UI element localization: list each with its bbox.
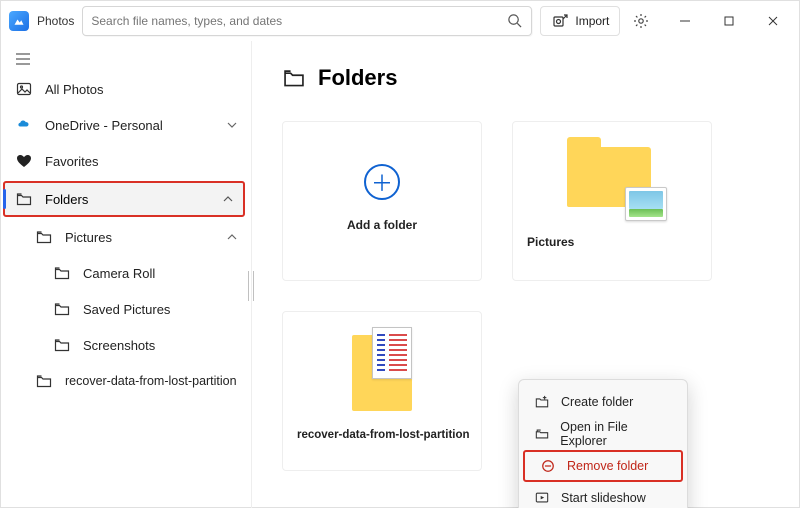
heart-icon [15,152,33,170]
sidebar-item-pictures[interactable]: Pictures [35,219,251,255]
sidebar-item-label: Screenshots [83,338,155,353]
import-icon [551,12,569,30]
picture-preview-icon [625,187,667,221]
folder-icon [53,336,71,354]
pictures-folder-tile[interactable]: Pictures [512,121,712,281]
ctx-open-explorer[interactable]: Open in File Explorer [519,418,687,450]
sidebar-item-recover[interactable]: recover-data-from-lost-partition [35,363,251,399]
chevron-down-icon [227,120,237,130]
context-menu: Create folder Open in File Explorer Remo… [518,379,688,508]
sidebar-item-label: Pictures [65,230,112,245]
photos-app-window: Photos Import [0,0,800,508]
tile-label: Pictures [513,235,574,249]
document-preview-icon [372,327,412,379]
maximize-button[interactable] [707,1,751,41]
sidebar-item-saved-pictures[interactable]: Saved Pictures [53,291,251,327]
tile-label: recover-data-from-lost-partition [283,429,470,441]
sidebar-item-label: Camera Roll [83,266,155,281]
sidebar-item-folders[interactable]: Folders [3,181,245,217]
folders-children: Pictures Camera Roll Saved Pictures Scre… [1,219,251,399]
image-icon [15,80,33,98]
import-button[interactable]: Import [540,6,620,36]
sidebar-item-onedrive[interactable]: OneDrive - Personal [1,107,251,143]
ctx-label: Start slideshow [561,491,646,505]
title-bar: Photos Import [1,1,799,41]
minimize-button[interactable] [663,1,707,41]
folder-icon [53,264,71,282]
recover-folder-tile[interactable]: recover-data-from-lost-partition [282,311,482,471]
new-folder-icon [533,393,551,411]
remove-icon [539,457,557,475]
sidebar-item-label: OneDrive - Personal [45,118,163,133]
app-icon [9,11,29,31]
sidebar-item-label: Favorites [45,154,98,169]
ctx-label: Open in File Explorer [560,420,673,448]
hamburger-menu[interactable] [1,47,251,71]
folder-icon [53,300,71,318]
ctx-remove-folder[interactable]: Remove folder [523,450,683,482]
folder-icon [35,228,53,246]
import-label: Import [575,14,609,28]
search-box[interactable] [82,6,532,36]
app-title: Photos [37,14,74,28]
chevron-up-icon [227,232,237,242]
add-folder-tile[interactable]: ＋ Add a folder [282,121,482,281]
pictures-children: Camera Roll Saved Pictures Screenshots [35,255,251,363]
sidebar-item-favorites[interactable]: Favorites [1,143,251,179]
tile-label: Add a folder [347,218,417,232]
sidebar-item-label: Saved Pictures [83,302,170,317]
window-controls [663,1,795,41]
sidebar-item-label: Folders [45,192,88,207]
ctx-start-slideshow[interactable]: Start slideshow [519,482,687,508]
folder-icon [35,372,53,390]
sidebar-item-screenshots[interactable]: Screenshots [53,327,251,363]
folder-open-icon [533,425,550,443]
ctx-label: Create folder [561,395,633,409]
folder-icon [15,190,33,208]
ctx-create-folder[interactable]: Create folder [519,386,687,418]
close-button[interactable] [751,1,795,41]
page-title: Folders [282,65,769,91]
chevron-up-icon [223,194,233,204]
sidebar-item-label: recover-data-from-lost-partition [65,374,237,388]
plus-icon: ＋ [364,164,400,200]
sidebar-item-camera-roll[interactable]: Camera Roll [53,255,251,291]
folder-thumbnail [567,147,657,217]
folder-thumbnail [352,335,412,411]
sidebar: All Photos OneDrive - Personal Favorites… [1,41,252,508]
settings-button[interactable] [626,6,656,36]
slideshow-icon [533,489,551,507]
onedrive-icon [15,116,33,134]
ctx-label: Remove folder [567,459,648,473]
folder-icon [282,66,306,90]
sidebar-item-all-photos[interactable]: All Photos [1,71,251,107]
search-input[interactable] [91,14,507,28]
sidebar-item-label: All Photos [45,82,104,97]
page-title-text: Folders [318,65,397,91]
search-icon[interactable] [507,13,523,29]
